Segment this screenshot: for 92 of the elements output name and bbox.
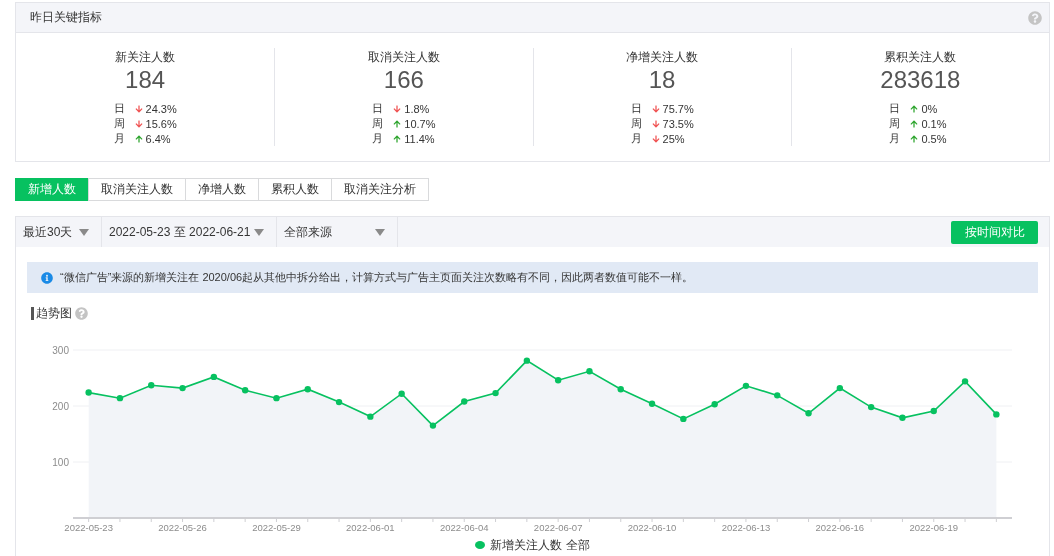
data-point [680, 415, 687, 423]
dropdown[interactable]: 全部来源 [277, 217, 398, 247]
data-point [554, 377, 562, 384]
change-value: 75.7% [662, 102, 694, 115]
data-point [148, 382, 155, 389]
data-point [335, 398, 343, 406]
caret-icon [254, 228, 264, 236]
data-point [304, 386, 311, 393]
data-point [210, 373, 218, 381]
data-point [523, 357, 531, 364]
data-point [398, 390, 405, 397]
change-value: 0% [921, 102, 938, 115]
x-axis-label: 2022-06-13 [721, 522, 771, 533]
period-label: 日 [630, 101, 643, 116]
data-point [930, 407, 937, 415]
data-point [179, 384, 186, 392]
y-axis-label: 300 [52, 344, 69, 356]
x-axis-label: 2022-06-16 [815, 522, 865, 533]
metric-label: 新关注人数 [115, 49, 176, 66]
period-label: 日 [113, 101, 126, 116]
change-value: 25% [662, 132, 685, 145]
tab[interactable]: 累积人数 [258, 178, 332, 201]
tab[interactable]: 净增人数 [185, 178, 259, 201]
tab[interactable]: 取消关注人数 [88, 178, 186, 201]
dropdown[interactable]: 2022-05-23 至 2022-06-21 [102, 217, 277, 247]
change-value: 73.5% [662, 117, 694, 130]
data-point [586, 368, 593, 375]
data-point [993, 411, 1000, 418]
data-point [617, 386, 624, 393]
data-point [116, 394, 124, 402]
period-label: 月 [372, 131, 385, 146]
data-point [461, 398, 468, 405]
data-point [273, 394, 280, 402]
data-point [85, 389, 92, 396]
change-value: 0.5% [921, 132, 947, 145]
change-value: 6.4% [145, 132, 171, 145]
info-icon [41, 271, 53, 284]
period-label: 月 [113, 131, 126, 146]
period-label: 周 [113, 116, 126, 131]
data-point [867, 403, 875, 411]
change-value: 11.4% [404, 132, 435, 145]
x-axis-label: 2022-05-29 [252, 522, 301, 533]
legend-label[interactable]: 新增关注人数 全部 [490, 538, 590, 552]
change-value: 15.6% [145, 117, 177, 130]
data-point [899, 414, 906, 421]
data-point [836, 384, 844, 392]
help-icon[interactable] [1028, 10, 1042, 25]
help-icon[interactable] [75, 307, 88, 320]
period-label: 周 [630, 116, 643, 131]
x-axis-label: 2022-06-04 [439, 522, 489, 533]
data-point [961, 378, 969, 385]
change-value: 0.1% [921, 117, 947, 130]
data-point [241, 387, 249, 394]
x-axis-label: 2022-06-19 [909, 522, 959, 533]
metric-label: 取消关注人数 [367, 49, 440, 66]
metric-value: 18 [648, 66, 676, 94]
period-label: 周 [372, 116, 385, 131]
x-axis-label: 2022-06-10 [627, 522, 677, 533]
data-point [774, 392, 781, 399]
dropdown[interactable]: 最近30天 [16, 217, 102, 247]
metric-value: 166 [383, 66, 424, 94]
notice-text: “微信广告”来源的新增关注在 2020/06起从其他中拆分给出，计算方式与广告主页面关注次数略有不同，因此两者数值可能不一样。 [60, 270, 694, 285]
y-axis-label: 200 [52, 400, 69, 412]
metric-label: 累积关注人数 [884, 49, 957, 66]
data-point [805, 410, 812, 417]
period-label: 月 [889, 131, 902, 146]
chart-title: 趋势图 [31, 307, 72, 320]
period-label: 周 [889, 116, 902, 131]
change-value: 24.3% [145, 102, 177, 115]
caret-icon [79, 228, 89, 236]
data-point [429, 422, 437, 429]
change-value: 1.8% [404, 102, 430, 115]
caret-icon [375, 228, 385, 236]
panel-title: 昨日关键指标 [30, 9, 102, 26]
metric-value: 283618 [880, 66, 961, 94]
data-point [492, 389, 499, 397]
data-point [711, 401, 718, 408]
y-axis-label: 100 [52, 456, 69, 468]
data-point [742, 382, 750, 390]
x-axis-label: 2022-05-23 [64, 522, 113, 533]
tab[interactable]: 取消关注分析 [331, 178, 429, 201]
period-label: 日 [889, 101, 902, 116]
period-label: 月 [630, 131, 643, 146]
x-axis-label: 2022-06-01 [346, 522, 395, 533]
metric-label: 净增关注人数 [626, 49, 699, 66]
data-point [367, 413, 374, 420]
period-label: 日 [372, 101, 385, 116]
data-point [648, 400, 656, 407]
x-axis-label: 2022-05-26 [158, 522, 207, 533]
metric-value: 184 [125, 66, 166, 94]
x-axis-label: 2022-06-07 [533, 522, 583, 533]
change-value: 10.7% [404, 117, 436, 130]
